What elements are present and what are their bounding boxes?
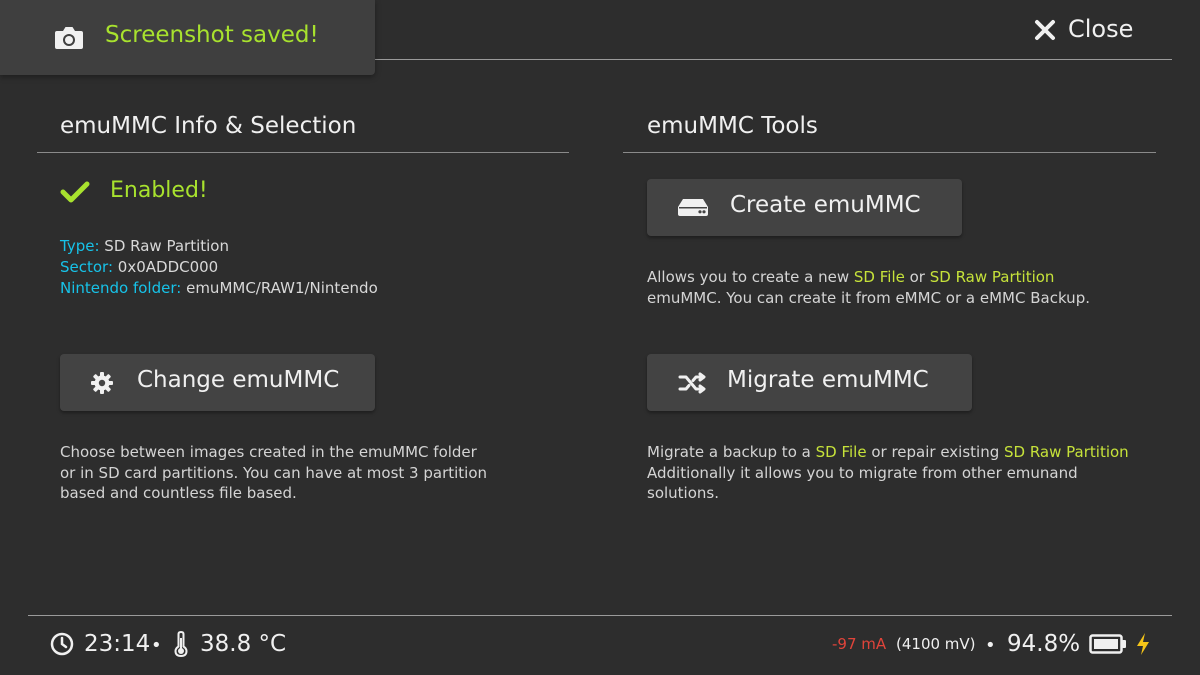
charging-bolt-icon — [1137, 633, 1149, 655]
create-desc-text-c: or — [904, 268, 930, 286]
footer-separator-right: • — [985, 635, 996, 656]
temperature-reading: 38.8 °C — [200, 631, 287, 657]
migrate-desc-line-3: solutions. — [647, 484, 719, 503]
info-sector-key: Sector: — [60, 258, 114, 276]
create-desc-line-2: emuMMC. You can create it from eMMC or a… — [647, 288, 1090, 307]
info-section-divider — [37, 152, 569, 153]
footer-divider — [28, 615, 1172, 616]
toast-message: Screenshot saved! — [105, 22, 319, 48]
checkmark-icon — [60, 181, 90, 203]
migrate-desc-line-1: Migrate a backup to a SD File or repair … — [647, 442, 1129, 463]
close-button[interactable]: Close — [1030, 12, 1150, 48]
battery-voltage: (4100 mV) — [896, 635, 976, 653]
sd-raw-partition-highlight: SD Raw Partition — [1004, 443, 1129, 461]
info-section-title: emuMMC Info & Selection — [60, 113, 357, 139]
sd-raw-partition-highlight: SD Raw Partition — [929, 268, 1055, 286]
info-type-key: Type: — [60, 237, 100, 255]
info-type: Type: SD Raw Partition — [60, 237, 229, 255]
footer-separator: • — [151, 635, 162, 656]
change-desc-line-2: or in SD card partitions. You can have a… — [60, 463, 488, 482]
sd-file-highlight: SD File — [853, 268, 905, 286]
close-icon — [1035, 20, 1055, 40]
change-emummc-description: Choose between images created in the emu… — [60, 442, 487, 504]
create-emummc-description: Allows you to create a new SD File or SD… — [647, 267, 1090, 308]
migrate-desc-line-2: Additionally it allows you to migrate fr… — [647, 463, 1078, 482]
change-desc-line-1: Choose between images created in the emu… — [60, 443, 477, 461]
migrate-desc-text-c: or repair existing — [866, 443, 1004, 461]
create-desc-line-1: Allows you to create a new SD File or SD… — [647, 267, 1090, 288]
info-sector-value: 0x0ADDC000 — [117, 258, 219, 276]
tools-section-title: emuMMC Tools — [647, 113, 818, 139]
migrate-emummc-description: Migrate a backup to a SD File or repair … — [647, 442, 1129, 504]
sd-file-highlight: SD File — [815, 443, 867, 461]
migrate-desc-text-a: Migrate a backup to a — [647, 443, 816, 461]
camera-icon — [55, 27, 83, 49]
screenshot-toast: Screenshot saved! — [0, 0, 375, 75]
drive-icon — [678, 199, 708, 216]
info-type-value: SD Raw Partition — [104, 237, 229, 255]
info-folder-value: emuMMC/RAW1/Nintendo — [186, 279, 378, 297]
gear-icon — [91, 372, 113, 394]
migrate-emummc-button[interactable]: Migrate emuMMC — [647, 354, 972, 411]
create-emummc-label: Create emuMMC — [730, 192, 921, 218]
clock-icon — [50, 632, 74, 656]
thermometer-icon — [174, 631, 188, 657]
shuffle-icon — [678, 372, 706, 394]
tools-section-divider — [623, 152, 1156, 153]
battery-icon — [1089, 634, 1126, 654]
emummc-status: Enabled! — [110, 178, 208, 203]
close-label: Close — [1068, 15, 1134, 43]
info-folder-key: Nintendo folder: — [60, 279, 182, 297]
create-emummc-button[interactable]: Create emuMMC — [647, 179, 962, 236]
clock-time: 23:14 — [84, 631, 151, 657]
change-emummc-label: Change emuMMC — [137, 367, 340, 393]
change-emummc-button[interactable]: Change emuMMC — [60, 354, 375, 411]
create-desc-text-a: Allows you to create a new — [647, 268, 854, 286]
battery-current: -97 mA — [832, 635, 887, 653]
battery-percentage: 94.8% — [1007, 631, 1081, 657]
migrate-emummc-label: Migrate emuMMC — [727, 367, 929, 393]
change-desc-line-3: based and countless file based. — [60, 484, 297, 503]
info-sector: Sector: 0x0ADDC000 — [60, 258, 218, 276]
info-folder: Nintendo folder: emuMMC/RAW1/Nintendo — [60, 279, 378, 297]
